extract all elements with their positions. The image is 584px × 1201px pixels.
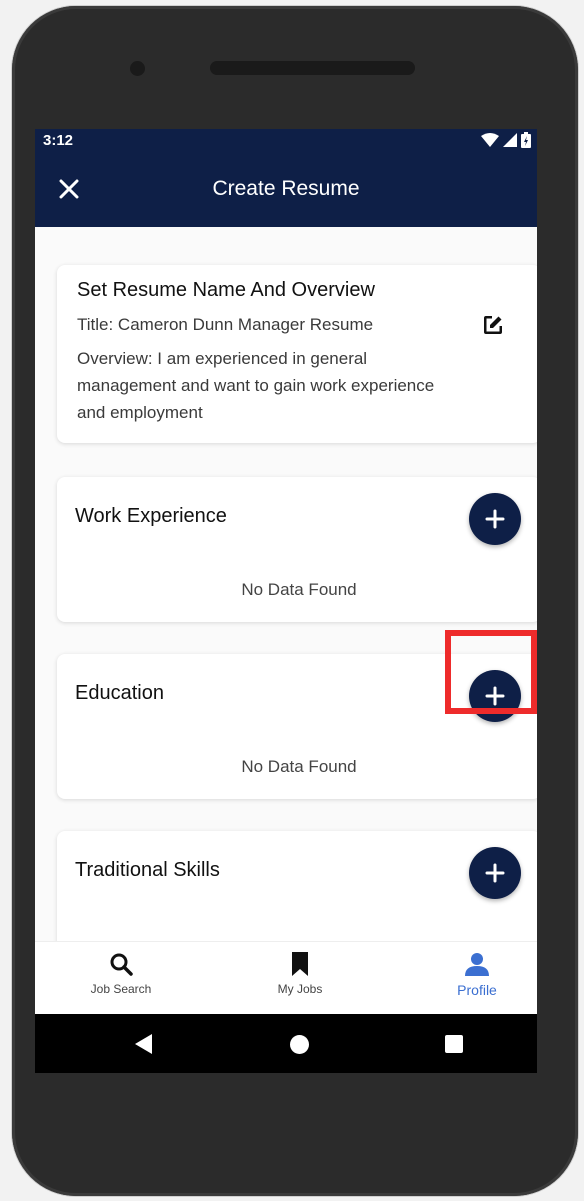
add-work-experience-button[interactable] [469,493,521,545]
plus-icon [485,686,505,706]
nav-job-search[interactable]: Job Search [61,952,181,996]
resume-title-text: Title: Cameron Dunn Manager Resume [77,315,374,334]
person-icon [465,953,489,976]
education-card: Education No Data Found [57,654,537,799]
phone-screen: 3:12 Create Resume Set Resume Name And O… [35,129,537,1073]
status-time: 3:12 [43,132,74,149]
system-icons [481,132,531,148]
bottom-navigation: Job Search My Jobs Profile [35,941,537,1015]
work-experience-empty-text: No Data Found [241,580,357,599]
overview-card-title: Set Resume Name And Overview [77,279,375,301]
recent-apps-button[interactable] [445,1035,463,1053]
add-traditional-skill-button[interactable] [469,847,521,899]
system-navigation-bar [35,1014,537,1073]
nav-label-job-search: Job Search [90,982,152,996]
search-icon [110,953,133,976]
nav-my-jobs[interactable]: My Jobs [240,952,360,996]
resume-overview-card[interactable]: Set Resume Name And Overview Title: Came… [57,265,537,443]
earpiece-speaker [210,61,415,75]
nav-label-my-jobs: My Jobs [277,982,323,996]
plus-icon [485,509,505,529]
nav-profile[interactable]: Profile [417,952,537,998]
resume-content[interactable]: Set Resume Name And Overview Title: Came… [35,227,537,941]
battery-icon [521,132,531,148]
traditional-skills-card: Traditional Skills [57,831,537,941]
education-empty-text: No Data Found [241,757,357,776]
front-camera [130,61,145,76]
section-title-work-experience: Work Experience [75,505,227,527]
status-bar: 3:12 [35,129,537,155]
resume-overview-text: Overview: I am experienced in general ma… [77,349,435,422]
app-bar: Create Resume [35,155,537,227]
edit-icon[interactable] [481,313,505,337]
section-title-education: Education [75,682,164,704]
work-experience-card: Work Experience No Data Found [57,477,537,622]
add-education-button[interactable] [469,670,521,722]
section-title-traditional-skills: Traditional Skills [75,859,220,881]
cell-signal-icon [503,133,517,147]
wifi-icon [481,133,499,147]
plus-icon [485,863,505,883]
back-button[interactable] [135,1034,152,1054]
bookmark-icon [292,952,308,976]
home-button[interactable] [290,1035,309,1054]
page-title: Create Resume [212,177,360,200]
nav-label-profile: Profile [457,982,497,998]
